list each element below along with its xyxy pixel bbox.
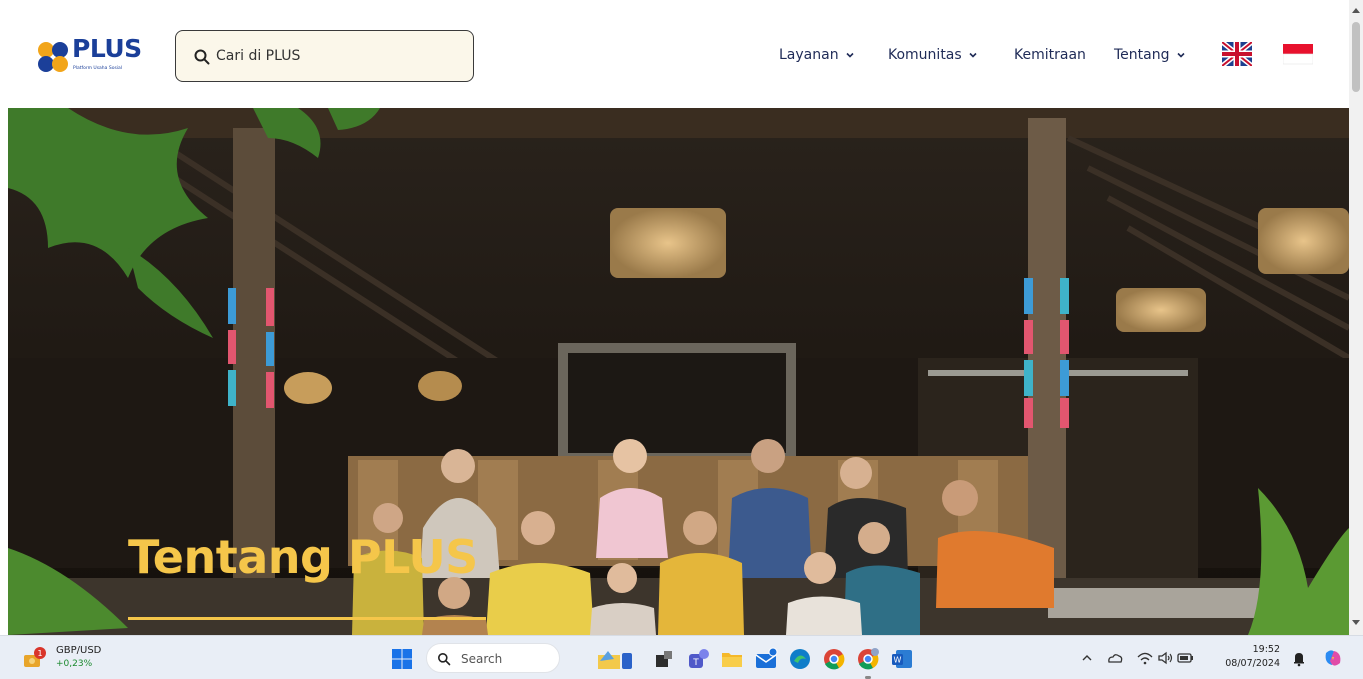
plus-logo[interactable]: PLUS Platform Usaha Sosial xyxy=(36,34,148,76)
nav-tentang[interactable]: Tentang xyxy=(1114,47,1186,63)
logo-tagline: Platform Usaha Sosial xyxy=(73,66,123,71)
nav-layanan-label: Layanan xyxy=(779,47,839,63)
page-scrollbar[interactable] xyxy=(1349,0,1363,635)
chevron-up-icon[interactable] xyxy=(1078,649,1096,667)
search-icon xyxy=(438,653,451,666)
nav-tentang-label: Tentang xyxy=(1114,47,1170,63)
system-clock[interactable]: 19:52 08/07/2024 xyxy=(1218,643,1280,671)
windows-start-icon[interactable] xyxy=(390,647,414,671)
scroll-up-arrow-icon[interactable] xyxy=(1352,8,1360,13)
battery-icon[interactable] xyxy=(1176,649,1194,667)
notification-bell-icon[interactable] xyxy=(1290,649,1308,667)
windows-taskbar: 1 GBP/USD +0,23% T xyxy=(0,635,1363,679)
nav-komunitas[interactable]: Komunitas xyxy=(888,47,978,63)
indonesia-flag-icon[interactable] xyxy=(1283,42,1313,66)
search-icon xyxy=(194,49,210,65)
stock-symbol: GBP/USD xyxy=(56,645,102,656)
chevron-down-icon xyxy=(969,52,977,58)
taskbar-search-input[interactable] xyxy=(461,650,551,668)
onedrive-icon[interactable] xyxy=(1106,649,1124,667)
mail-icon[interactable] xyxy=(754,647,778,671)
task-view-icon[interactable] xyxy=(652,647,676,671)
hero-banner: Tentang PLUS xyxy=(8,108,1349,635)
svg-text:W: W xyxy=(894,656,902,665)
clock-time: 19:52 xyxy=(1252,644,1280,655)
wifi-icon[interactable] xyxy=(1136,649,1154,667)
chrome-icon[interactable] xyxy=(822,647,846,671)
search-input[interactable] xyxy=(216,44,456,68)
scroll-down-arrow-icon[interactable] xyxy=(1352,620,1360,625)
chrome-profile-icon[interactable] xyxy=(856,647,880,671)
hero-title-underline xyxy=(128,617,486,620)
nav-layanan[interactable]: Layanan xyxy=(779,47,855,63)
folder-icon[interactable] xyxy=(720,647,744,671)
nav-komunitas-label: Komunitas xyxy=(888,47,962,63)
nav-kemitraan-label: Kemitraan xyxy=(1014,47,1086,63)
currency-widget-icon: 1 xyxy=(24,647,46,667)
plus-logo-mark-icon xyxy=(38,42,68,72)
volume-icon[interactable] xyxy=(1156,649,1174,667)
edge-icon[interactable] xyxy=(788,647,812,671)
stock-widget[interactable]: 1 GBP/USD +0,23% xyxy=(22,644,132,674)
chevron-down-icon xyxy=(846,52,854,58)
hero-title: Tentang PLUS xyxy=(128,530,478,584)
logo-wordmark: PLUS xyxy=(72,34,142,63)
scroll-thumb[interactable] xyxy=(1352,22,1360,92)
clock-date: 08/07/2024 xyxy=(1225,658,1280,669)
site-header: PLUS Platform Usaha Sosial Layanan Komun… xyxy=(0,0,1349,108)
search-box[interactable] xyxy=(175,30,474,82)
nav-kemitraan[interactable]: Kemitraan xyxy=(1014,47,1086,63)
word-icon[interactable]: W xyxy=(890,647,914,671)
teams-icon[interactable]: T xyxy=(686,647,710,671)
chevron-down-icon xyxy=(1176,52,1185,58)
svg-text:T: T xyxy=(692,658,699,668)
file-explorer-icon[interactable] xyxy=(596,647,636,671)
copilot-icon[interactable] xyxy=(1322,647,1344,669)
widget-badge: 1 xyxy=(37,649,42,658)
uk-flag-icon[interactable] xyxy=(1222,42,1252,66)
taskbar-search[interactable] xyxy=(426,643,560,673)
stock-change: +0,23% xyxy=(56,659,93,669)
